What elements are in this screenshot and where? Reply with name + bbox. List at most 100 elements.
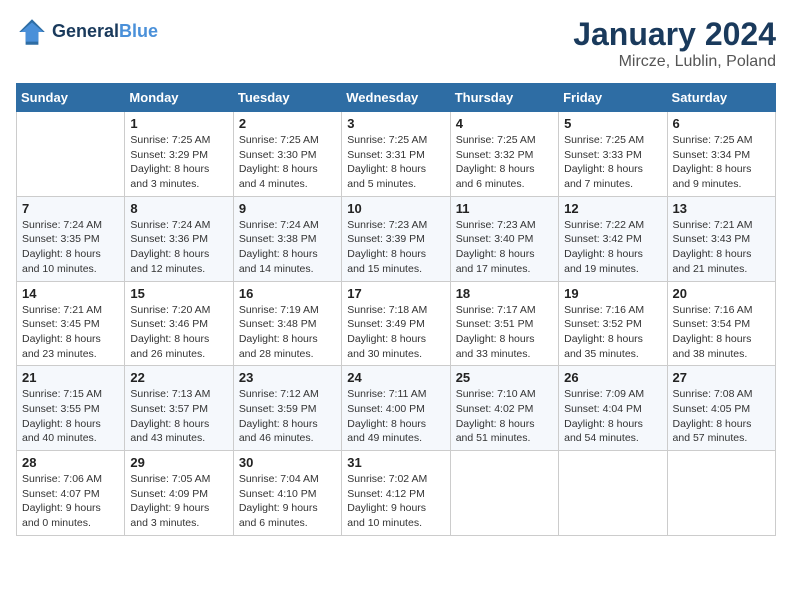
day-number: 24 xyxy=(347,370,444,385)
weekday-header-sunday: Sunday xyxy=(17,84,125,112)
weekday-header-saturday: Saturday xyxy=(667,84,775,112)
day-info: Sunrise: 7:09 AM Sunset: 4:04 PM Dayligh… xyxy=(564,387,661,446)
day-info: Sunrise: 7:25 AM Sunset: 3:33 PM Dayligh… xyxy=(564,133,661,192)
day-info: Sunrise: 7:16 AM Sunset: 3:54 PM Dayligh… xyxy=(673,303,770,362)
day-number: 3 xyxy=(347,116,444,131)
title-block: January 2024 Mircze, Lublin, Poland xyxy=(573,16,776,71)
day-number: 28 xyxy=(22,455,119,470)
day-number: 30 xyxy=(239,455,336,470)
day-info: Sunrise: 7:17 AM Sunset: 3:51 PM Dayligh… xyxy=(456,303,553,362)
day-number: 31 xyxy=(347,455,444,470)
weekday-header-thursday: Thursday xyxy=(450,84,558,112)
day-number: 25 xyxy=(456,370,553,385)
day-number: 29 xyxy=(130,455,227,470)
day-info: Sunrise: 7:10 AM Sunset: 4:02 PM Dayligh… xyxy=(456,387,553,446)
day-info: Sunrise: 7:24 AM Sunset: 3:38 PM Dayligh… xyxy=(239,218,336,277)
calendar-cell: 28 Sunrise: 7:06 AM Sunset: 4:07 PM Dayli… xyxy=(17,451,125,536)
day-number: 1 xyxy=(130,116,227,131)
calendar-week-row: 1 Sunrise: 7:25 AM Sunset: 3:29 PM Daylig… xyxy=(17,112,776,197)
day-number: 26 xyxy=(564,370,661,385)
calendar-cell: 5 Sunrise: 7:25 AM Sunset: 3:33 PM Daylig… xyxy=(559,112,667,197)
day-info: Sunrise: 7:21 AM Sunset: 3:43 PM Dayligh… xyxy=(673,218,770,277)
day-info: Sunrise: 7:20 AM Sunset: 3:46 PM Dayligh… xyxy=(130,303,227,362)
day-number: 17 xyxy=(347,286,444,301)
calendar-cell: 17 Sunrise: 7:18 AM Sunset: 3:49 PM Dayli… xyxy=(342,281,450,366)
calendar-cell: 25 Sunrise: 7:10 AM Sunset: 4:02 PM Dayli… xyxy=(450,366,558,451)
calendar-cell: 22 Sunrise: 7:13 AM Sunset: 3:57 PM Dayli… xyxy=(125,366,233,451)
calendar-cell: 10 Sunrise: 7:23 AM Sunset: 3:39 PM Dayli… xyxy=(342,196,450,281)
calendar-table: SundayMondayTuesdayWednesdayThursdayFrid… xyxy=(16,83,776,536)
calendar-cell: 23 Sunrise: 7:12 AM Sunset: 3:59 PM Dayli… xyxy=(233,366,341,451)
calendar-cell: 4 Sunrise: 7:25 AM Sunset: 3:32 PM Daylig… xyxy=(450,112,558,197)
day-number: 2 xyxy=(239,116,336,131)
day-info: Sunrise: 7:04 AM Sunset: 4:10 PM Dayligh… xyxy=(239,472,336,531)
day-info: Sunrise: 7:25 AM Sunset: 3:29 PM Dayligh… xyxy=(130,133,227,192)
day-info: Sunrise: 7:24 AM Sunset: 3:36 PM Dayligh… xyxy=(130,218,227,277)
day-number: 15 xyxy=(130,286,227,301)
day-number: 11 xyxy=(456,201,553,216)
day-info: Sunrise: 7:19 AM Sunset: 3:48 PM Dayligh… xyxy=(239,303,336,362)
calendar-cell: 15 Sunrise: 7:20 AM Sunset: 3:46 PM Dayli… xyxy=(125,281,233,366)
calendar-cell: 8 Sunrise: 7:24 AM Sunset: 3:36 PM Daylig… xyxy=(125,196,233,281)
day-info: Sunrise: 7:21 AM Sunset: 3:45 PM Dayligh… xyxy=(22,303,119,362)
calendar-cell: 21Sunrise: 7:15 AM Sunset: 3:55 PM Dayli… xyxy=(17,366,125,451)
weekday-header-tuesday: Tuesday xyxy=(233,84,341,112)
logo-text: GeneralBlue xyxy=(52,22,158,42)
day-info: Sunrise: 7:08 AM Sunset: 4:05 PM Dayligh… xyxy=(673,387,770,446)
calendar-title: January 2024 xyxy=(573,16,776,53)
day-info: Sunrise: 7:25 AM Sunset: 3:31 PM Dayligh… xyxy=(347,133,444,192)
calendar-cell: 13 Sunrise: 7:21 AM Sunset: 3:43 PM Dayli… xyxy=(667,196,775,281)
calendar-cell: 6Sunrise: 7:25 AM Sunset: 3:34 PM Daylig… xyxy=(667,112,775,197)
calendar-week-row: 14Sunrise: 7:21 AM Sunset: 3:45 PM Dayli… xyxy=(17,281,776,366)
calendar-cell: 11 Sunrise: 7:23 AM Sunset: 3:40 PM Dayli… xyxy=(450,196,558,281)
day-number: 7 xyxy=(22,201,119,216)
calendar-cell: 26 Sunrise: 7:09 AM Sunset: 4:04 PM Dayli… xyxy=(559,366,667,451)
day-number: 22 xyxy=(130,370,227,385)
day-info: Sunrise: 7:18 AM Sunset: 3:49 PM Dayligh… xyxy=(347,303,444,362)
calendar-cell: 3 Sunrise: 7:25 AM Sunset: 3:31 PM Daylig… xyxy=(342,112,450,197)
day-info: Sunrise: 7:06 AM Sunset: 4:07 PM Dayligh… xyxy=(22,472,119,531)
calendar-week-row: 21Sunrise: 7:15 AM Sunset: 3:55 PM Dayli… xyxy=(17,366,776,451)
day-info: Sunrise: 7:22 AM Sunset: 3:42 PM Dayligh… xyxy=(564,218,661,277)
day-info: Sunrise: 7:13 AM Sunset: 3:57 PM Dayligh… xyxy=(130,387,227,446)
calendar-cell: 7Sunrise: 7:24 AM Sunset: 3:35 PM Daylig… xyxy=(17,196,125,281)
day-number: 23 xyxy=(239,370,336,385)
day-info: Sunrise: 7:05 AM Sunset: 4:09 PM Dayligh… xyxy=(130,472,227,531)
calendar-cell: 18 Sunrise: 7:17 AM Sunset: 3:51 PM Dayli… xyxy=(450,281,558,366)
day-info: Sunrise: 7:11 AM Sunset: 4:00 PM Dayligh… xyxy=(347,387,444,446)
calendar-cell: 12 Sunrise: 7:22 AM Sunset: 3:42 PM Dayli… xyxy=(559,196,667,281)
calendar-cell: 9 Sunrise: 7:24 AM Sunset: 3:38 PM Daylig… xyxy=(233,196,341,281)
day-info: Sunrise: 7:25 AM Sunset: 3:32 PM Dayligh… xyxy=(456,133,553,192)
logo: GeneralBlue xyxy=(16,16,158,48)
day-number: 19 xyxy=(564,286,661,301)
calendar-cell: 20Sunrise: 7:16 AM Sunset: 3:54 PM Dayli… xyxy=(667,281,775,366)
calendar-cell: 30 Sunrise: 7:04 AM Sunset: 4:10 PM Dayli… xyxy=(233,451,341,536)
weekday-header-wednesday: Wednesday xyxy=(342,84,450,112)
weekday-header-monday: Monday xyxy=(125,84,233,112)
day-number: 8 xyxy=(130,201,227,216)
day-number: 9 xyxy=(239,201,336,216)
day-number: 27 xyxy=(673,370,770,385)
day-info: Sunrise: 7:15 AM Sunset: 3:55 PM Dayligh… xyxy=(22,387,119,446)
day-number: 5 xyxy=(564,116,661,131)
day-number: 4 xyxy=(456,116,553,131)
calendar-week-row: 7Sunrise: 7:24 AM Sunset: 3:35 PM Daylig… xyxy=(17,196,776,281)
day-number: 18 xyxy=(456,286,553,301)
day-number: 12 xyxy=(564,201,661,216)
day-number: 13 xyxy=(673,201,770,216)
calendar-cell: 1 Sunrise: 7:25 AM Sunset: 3:29 PM Daylig… xyxy=(125,112,233,197)
calendar-cell: 29 Sunrise: 7:05 AM Sunset: 4:09 PM Dayli… xyxy=(125,451,233,536)
calendar-cell xyxy=(450,451,558,536)
day-info: Sunrise: 7:25 AM Sunset: 3:34 PM Dayligh… xyxy=(673,133,770,192)
calendar-cell: 14Sunrise: 7:21 AM Sunset: 3:45 PM Dayli… xyxy=(17,281,125,366)
day-info: Sunrise: 7:16 AM Sunset: 3:52 PM Dayligh… xyxy=(564,303,661,362)
calendar-cell xyxy=(559,451,667,536)
day-info: Sunrise: 7:23 AM Sunset: 3:40 PM Dayligh… xyxy=(456,218,553,277)
day-number: 10 xyxy=(347,201,444,216)
calendar-subtitle: Mircze, Lublin, Poland xyxy=(573,53,776,71)
day-info: Sunrise: 7:12 AM Sunset: 3:59 PM Dayligh… xyxy=(239,387,336,446)
day-info: Sunrise: 7:02 AM Sunset: 4:12 PM Dayligh… xyxy=(347,472,444,531)
page-header: GeneralBlue January 2024 Mircze, Lublin,… xyxy=(16,16,776,71)
calendar-cell: 16Sunrise: 7:19 AM Sunset: 3:48 PM Dayli… xyxy=(233,281,341,366)
day-info: Sunrise: 7:23 AM Sunset: 3:39 PM Dayligh… xyxy=(347,218,444,277)
